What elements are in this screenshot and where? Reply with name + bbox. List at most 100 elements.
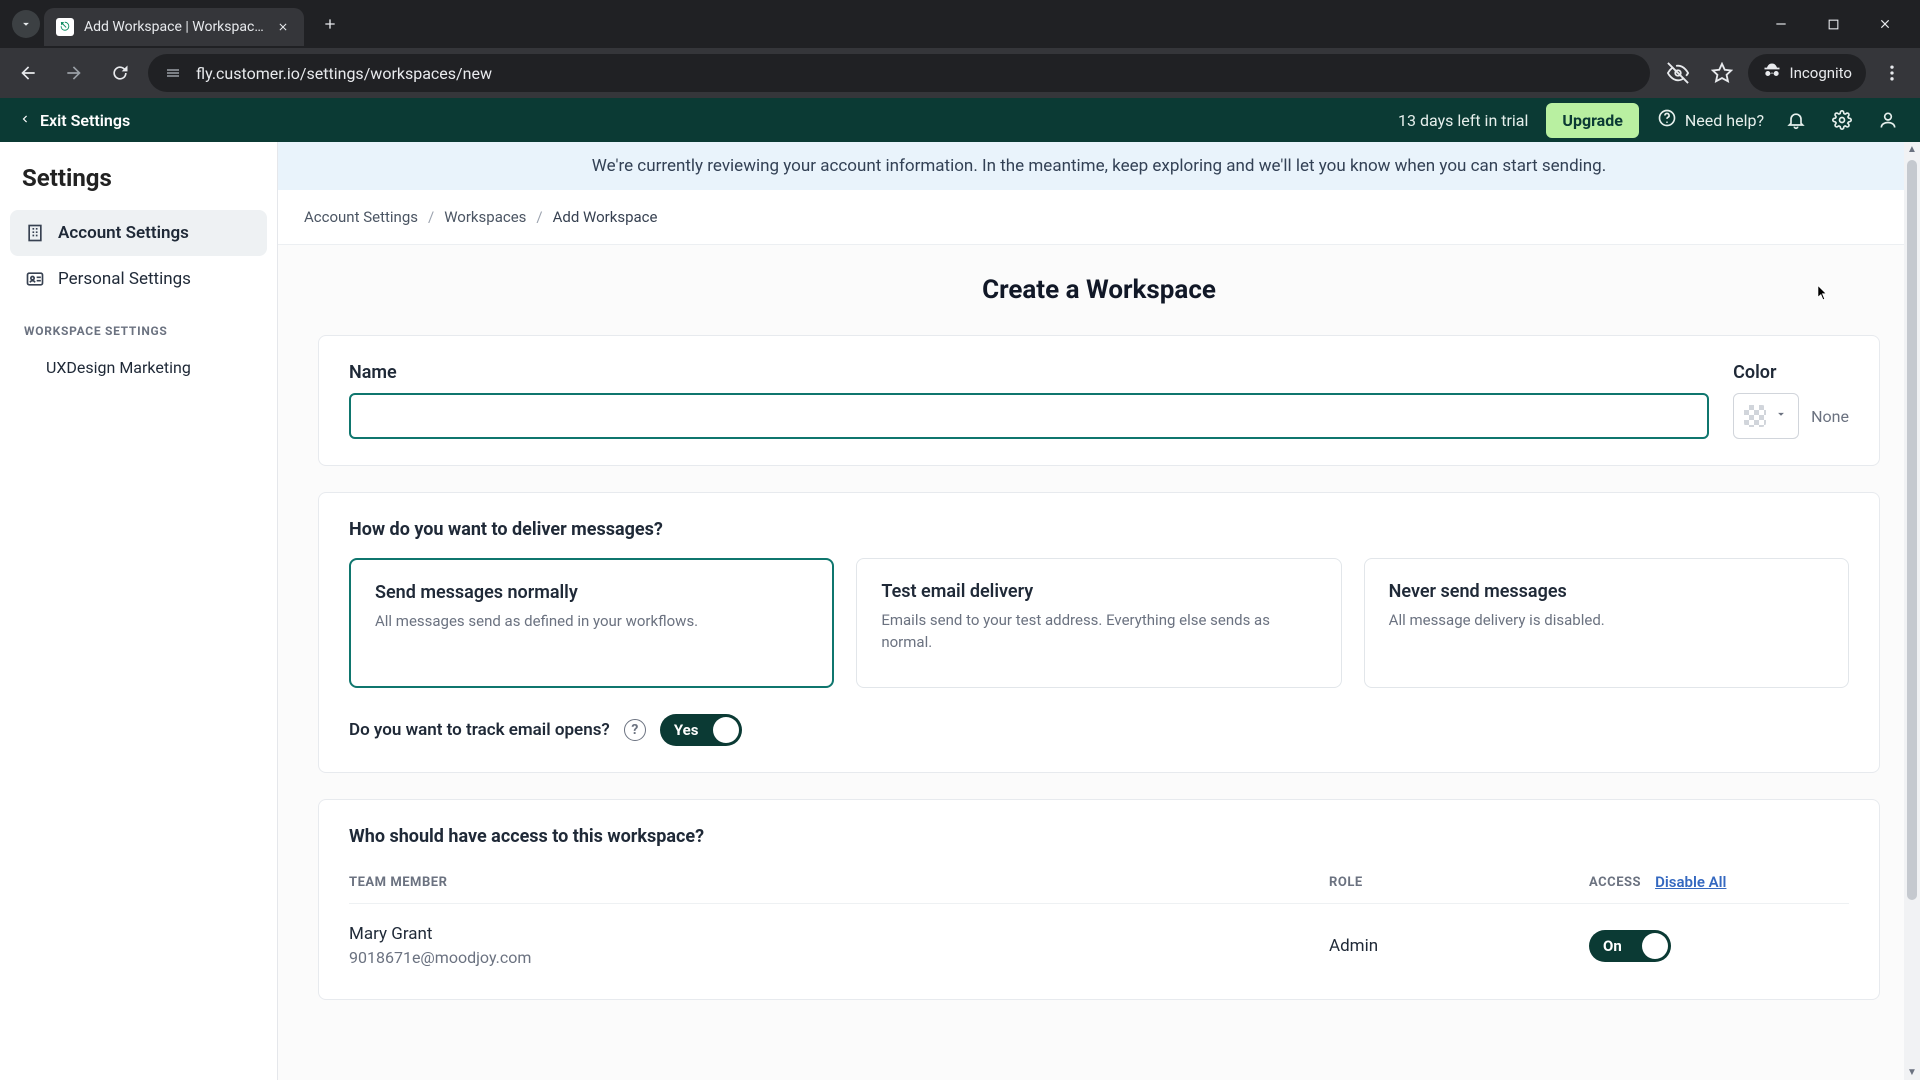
- delivery-option-desc: All messages send as defined in your wor…: [375, 611, 808, 633]
- review-banner: We're currently reviewing your account i…: [278, 142, 1920, 190]
- delivery-option-never[interactable]: Never send messages All message delivery…: [1364, 558, 1849, 688]
- scrollbar-track[interactable]: ▲ ▼: [1904, 142, 1920, 1080]
- id-card-icon: [24, 268, 46, 290]
- need-help-label: Need help?: [1685, 111, 1764, 130]
- exit-settings-label: Exit Settings: [40, 111, 130, 130]
- delivery-option-desc: All message delivery is disabled.: [1389, 610, 1824, 632]
- swatch-none-icon: [1744, 405, 1766, 427]
- exit-settings-button[interactable]: Exit Settings: [18, 111, 130, 130]
- app-root: Exit Settings 13 days left in trial Upgr…: [0, 98, 1920, 1080]
- delivery-option-desc: Emails send to your test address. Everyt…: [881, 610, 1316, 654]
- sidebar-section-label: WORKSPACE SETTINGS: [10, 302, 267, 348]
- access-row: Mary Grant 9018671e@moodjoy.com Admin On: [349, 904, 1849, 973]
- notifications-button[interactable]: [1782, 106, 1810, 134]
- sidebar-item-account-settings[interactable]: Account Settings: [10, 210, 267, 256]
- col-team-member: TEAM MEMBER: [349, 875, 1329, 890]
- breadcrumb-account-settings[interactable]: Account Settings: [304, 208, 418, 226]
- window-minimize-button[interactable]: [1758, 6, 1804, 42]
- main-content: We're currently reviewing your account i…: [278, 142, 1920, 1080]
- toggle-value: On: [1603, 937, 1622, 955]
- workspace-name-input[interactable]: [349, 393, 1709, 439]
- help-tooltip-icon[interactable]: ?: [624, 719, 646, 741]
- member-access-toggle[interactable]: On: [1589, 930, 1671, 962]
- delivery-option-title: Send messages normally: [375, 582, 808, 603]
- col-access: ACCESS: [1589, 875, 1641, 890]
- toggle-knob: [713, 717, 739, 743]
- browser-menu-button[interactable]: [1874, 55, 1910, 91]
- window-maximize-button[interactable]: [1810, 6, 1856, 42]
- window-close-button[interactable]: [1862, 6, 1908, 42]
- delivery-option-title: Never send messages: [1389, 581, 1824, 602]
- member-email: 9018671e@moodjoy.com: [349, 948, 1329, 967]
- disable-all-link[interactable]: Disable All: [1655, 873, 1726, 891]
- name-label: Name: [349, 362, 1709, 383]
- profile-button[interactable]: [1874, 106, 1902, 134]
- url-text: fly.customer.io/settings/workspaces/new: [196, 64, 1636, 83]
- track-opens-label: Do you want to track email opens?: [349, 720, 610, 740]
- need-help-button[interactable]: Need help?: [1657, 108, 1764, 132]
- app-header: Exit Settings 13 days left in trial Upgr…: [0, 98, 1920, 142]
- card-name-color: Name Color None: [318, 335, 1880, 466]
- chevron-down-icon: [1774, 407, 1788, 425]
- tab-title: Add Workspace | Workspaces |: [84, 19, 264, 35]
- sidebar-workspace-item[interactable]: UXDesign Marketing: [10, 348, 267, 387]
- settings-gear-button[interactable]: [1828, 106, 1856, 134]
- help-circle-icon: [1657, 108, 1677, 132]
- sidebar-item-label: Account Settings: [58, 223, 189, 243]
- sidebar-item-label: Personal Settings: [58, 269, 191, 289]
- forward-button[interactable]: [56, 55, 92, 91]
- page-title: Create a Workspace: [318, 275, 1880, 305]
- building-icon: [24, 222, 46, 244]
- site-info-icon[interactable]: [162, 62, 184, 84]
- window-controls: [1758, 6, 1916, 42]
- delivery-section-title: How do you want to deliver messages?: [349, 519, 1849, 540]
- breadcrumb-separator: /: [428, 208, 434, 226]
- sidebar: Settings Account Settings Personal Setti…: [0, 142, 278, 1080]
- scroll-up-arrow-icon[interactable]: ▲: [1904, 144, 1920, 155]
- chevron-left-icon: [18, 111, 32, 130]
- col-role: ROLE: [1329, 875, 1589, 890]
- delivery-option-normal[interactable]: Send messages normally All messages send…: [349, 558, 834, 688]
- star-icon[interactable]: [1704, 55, 1740, 91]
- sidebar-title: Settings: [10, 160, 267, 210]
- favicon-icon: ⎋: [56, 18, 74, 36]
- card-access: Who should have access to this workspace…: [318, 799, 1880, 1000]
- breadcrumb-current: Add Workspace: [553, 208, 658, 226]
- breadcrumb: Account Settings / Workspaces / Add Work…: [278, 190, 1920, 245]
- upgrade-button[interactable]: Upgrade: [1546, 103, 1639, 138]
- scroll-down-arrow-icon[interactable]: ▼: [1904, 1067, 1920, 1078]
- tab-close-button[interactable]: [274, 18, 292, 36]
- member-name: Mary Grant: [349, 924, 1329, 944]
- new-tab-button[interactable]: [314, 8, 346, 40]
- scrollbar-thumb[interactable]: [1907, 160, 1917, 900]
- browser-toolbar: fly.customer.io/settings/workspaces/new …: [0, 48, 1920, 98]
- browser-tab[interactable]: ⎋ Add Workspace | Workspaces |: [44, 8, 304, 46]
- breadcrumb-separator: /: [536, 208, 542, 226]
- color-label: Color: [1733, 362, 1849, 383]
- sidebar-item-personal-settings[interactable]: Personal Settings: [10, 256, 267, 302]
- incognito-label: Incognito: [1790, 64, 1852, 82]
- color-picker-button[interactable]: [1733, 393, 1799, 439]
- back-button[interactable]: [10, 55, 46, 91]
- access-section-title: Who should have access to this workspace…: [349, 826, 1849, 847]
- color-value-label: None: [1811, 407, 1849, 426]
- delivery-option-test[interactable]: Test email delivery Emails send to your …: [856, 558, 1341, 688]
- incognito-indicator[interactable]: Incognito: [1748, 54, 1866, 92]
- toggle-value: Yes: [674, 721, 699, 739]
- browser-chrome: ⎋ Add Workspace | Workspaces | fly.custo…: [0, 0, 1920, 98]
- address-bar[interactable]: fly.customer.io/settings/workspaces/new: [148, 54, 1650, 92]
- track-opens-toggle[interactable]: Yes: [660, 714, 742, 746]
- tab-strip: ⎋ Add Workspace | Workspaces |: [0, 0, 1920, 48]
- toggle-knob: [1642, 933, 1668, 959]
- tab-search-button[interactable]: [12, 10, 40, 38]
- member-role: Admin: [1329, 936, 1589, 956]
- toolbar-right: Incognito: [1660, 54, 1910, 92]
- card-delivery: How do you want to deliver messages? Sen…: [318, 492, 1880, 773]
- reload-button[interactable]: [102, 55, 138, 91]
- incognito-icon: [1762, 61, 1782, 85]
- eye-off-icon[interactable]: [1660, 55, 1696, 91]
- breadcrumb-workspaces[interactable]: Workspaces: [444, 208, 526, 226]
- trial-days-text: 13 days left in trial: [1398, 111, 1528, 130]
- app-body: Settings Account Settings Personal Setti…: [0, 142, 1920, 1080]
- delivery-option-title: Test email delivery: [881, 581, 1316, 602]
